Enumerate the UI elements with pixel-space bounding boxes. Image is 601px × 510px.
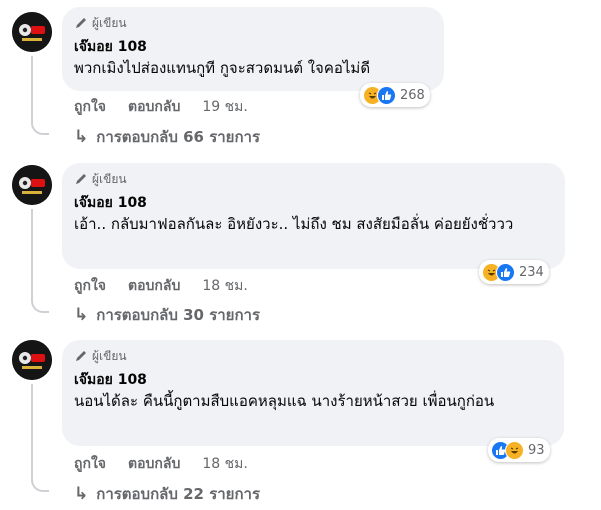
comment: ผู้เขียน เจ๊มอย 108 พวกเมิงไปส่องแทนกูที… bbox=[0, 0, 601, 160]
reaction-summary[interactable]: 93 bbox=[488, 438, 550, 462]
view-replies-label: การตอบกลับ 30 รายการ bbox=[96, 306, 261, 324]
like-button[interactable]: ถูกใจ bbox=[74, 96, 106, 118]
haha-icon bbox=[505, 440, 524, 460]
pen-icon bbox=[76, 174, 86, 184]
comment: ผู้เขียน เจ๊มอย 108 เอ้า.. กลับมาฟอลกันล… bbox=[0, 160, 601, 340]
comment-author[interactable]: เจ๊มอย 108 bbox=[74, 38, 432, 56]
avatar-image bbox=[12, 165, 52, 205]
avatar-image bbox=[12, 340, 52, 380]
reply-arrow-icon: ↳ bbox=[74, 127, 89, 147]
comment: ผู้เขียน เจ๊มอย 108 นอนได้ละ คืนนี้กูตาม… bbox=[0, 340, 601, 510]
comment-timestamp[interactable]: 19 ชม. bbox=[202, 96, 247, 118]
comment-timestamp[interactable]: 18 ชม. bbox=[202, 275, 247, 297]
comment-actions: ถูกใจ ตอบกลับ 18 ชม. bbox=[74, 453, 248, 475]
view-replies-link[interactable]: ↳ การตอบกลับ 22 รายการ bbox=[74, 482, 260, 506]
avatar[interactable] bbox=[12, 165, 52, 205]
pen-icon bbox=[76, 351, 86, 361]
reply-arrow-icon: ↳ bbox=[74, 305, 89, 325]
author-badge-label: ผู้เขียน bbox=[92, 15, 127, 30]
view-replies-link[interactable]: ↳ การตอบกลับ 66 รายการ bbox=[74, 125, 260, 149]
reaction-count: 234 bbox=[519, 264, 544, 280]
comment-text: พวกเมิงไปส่องแทนกูที กูจะสวดมนต์ ใจคอไม่… bbox=[74, 59, 371, 77]
view-replies-label: การตอบกลับ 66 รายการ bbox=[96, 128, 261, 146]
like-icon bbox=[377, 85, 396, 105]
reply-button[interactable]: ตอบกลับ bbox=[128, 453, 180, 475]
thread-line bbox=[31, 209, 33, 300]
reaction-count: 268 bbox=[400, 87, 425, 103]
author-badge: ผู้เขียน bbox=[74, 348, 552, 364]
thread-line bbox=[31, 56, 33, 122]
comment-text: เอ้า.. กลับมาฟอลกันละ อิหยังวะ.. ไม่ถึง … bbox=[74, 215, 514, 233]
reply-arrow-icon: ↳ bbox=[74, 484, 89, 504]
pen-icon bbox=[76, 18, 86, 28]
reply-button[interactable]: ตอบกลับ bbox=[128, 275, 180, 297]
avatar[interactable] bbox=[12, 12, 52, 52]
comment-actions: ถูกใจ ตอบกลับ 18 ชม. bbox=[74, 275, 248, 297]
comment-actions: ถูกใจ ตอบกลับ 19 ชม. bbox=[74, 96, 248, 118]
comment-bubble: ผู้เขียน เจ๊มอย 108 เอ้า.. กลับมาฟอลกันล… bbox=[62, 163, 565, 269]
view-replies-link[interactable]: ↳ การตอบกลับ 30 รายการ bbox=[74, 303, 260, 327]
author-badge: ผู้เขียน bbox=[74, 171, 553, 187]
thread-connector bbox=[31, 478, 49, 492]
comment-bubble: ผู้เขียน เจ๊มอย 108 พวกเมิงไปส่องแทนกูที… bbox=[62, 7, 444, 91]
thread-line bbox=[31, 384, 33, 479]
reaction-count: 93 bbox=[528, 442, 545, 458]
like-button[interactable]: ถูกใจ bbox=[74, 453, 106, 475]
author-badge-label: ผู้เขียน bbox=[92, 171, 127, 186]
comment-text: นอนได้ละ คืนนี้กูตามสืบแอคหลุมแฉ นางร้าย… bbox=[74, 392, 495, 410]
thread-connector bbox=[31, 121, 49, 135]
like-icon bbox=[496, 262, 515, 282]
comment-author[interactable]: เจ๊มอย 108 bbox=[74, 194, 553, 212]
author-badge: ผู้เขียน bbox=[74, 15, 432, 31]
comment-bubble: ผู้เขียน เจ๊มอย 108 นอนได้ละ คืนนี้กูตาม… bbox=[62, 340, 564, 446]
reply-button[interactable]: ตอบกลับ bbox=[128, 96, 180, 118]
thread-connector bbox=[31, 299, 49, 313]
view-replies-label: การตอบกลับ 22 รายการ bbox=[96, 485, 261, 503]
like-button[interactable]: ถูกใจ bbox=[74, 275, 106, 297]
avatar-image bbox=[12, 12, 52, 52]
comment-timestamp[interactable]: 18 ชม. bbox=[202, 453, 247, 475]
comment-author[interactable]: เจ๊มอย 108 bbox=[74, 371, 552, 389]
reaction-summary[interactable]: 268 bbox=[360, 83, 430, 107]
avatar[interactable] bbox=[12, 340, 52, 380]
reaction-summary[interactable]: 234 bbox=[479, 260, 549, 284]
author-badge-label: ผู้เขียน bbox=[92, 348, 127, 363]
